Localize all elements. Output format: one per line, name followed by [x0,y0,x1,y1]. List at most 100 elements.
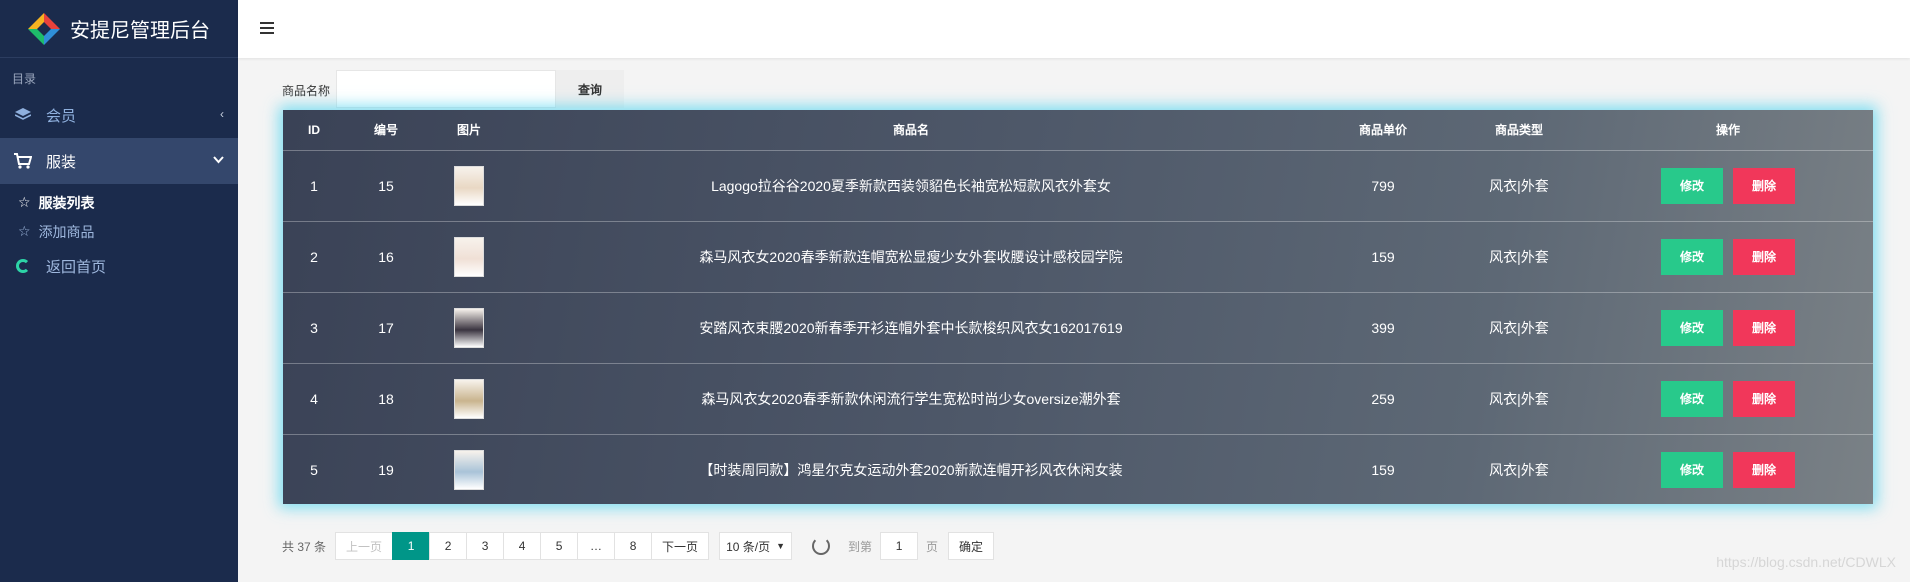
cell-image [427,434,511,505]
edit-button[interactable]: 修改 [1661,451,1723,488]
sidebar-item-home[interactable]: 返回首页 [0,248,238,284]
page-size-value: 10 条/页 [726,539,771,554]
edit-button[interactable]: 修改 [1661,238,1723,275]
pagination: 共 37 条 上一页 1 2 3 4 5 … 8 下一页 10 条/页 ▼ 到第… [282,532,995,560]
cell-type: 风衣|外套 [1455,292,1583,364]
menu-section-label: 目录 [12,72,37,86]
delete-button[interactable]: 删除 [1733,380,1795,417]
cell-name: 森马风衣女2020春季新款休闲流行学生宽松时尚少女oversize潮外套 [511,363,1311,435]
sidebar-item-label: 服装 [46,153,77,171]
search-button[interactable]: 查询 [556,70,624,108]
app-title: 安提尼管理后台 [70,18,210,42]
page-button[interactable]: 1 [392,532,431,560]
delete-button[interactable]: 删除 [1733,167,1795,204]
hamburger-menu-icon[interactable] [260,22,274,34]
goto-unit: 页 [926,539,939,554]
cell-code: 16 [345,221,427,293]
product-thumbnail[interactable] [454,449,484,490]
refresh-ring-icon [16,259,30,273]
table-row: 3 17 安踏风衣束腰2020新春季开衫连帽外套中长款梭织风衣女16201761… [283,292,1873,364]
next-page-button[interactable]: 下一页 [651,532,710,560]
goto-page-input[interactable] [880,532,919,560]
sidebar: 安提尼管理后台 目录 会员 ‹ 服装 ☆ 服装列表 ☆ 添加商品 返回首页 [0,0,238,582]
brand: 安提尼管理后台 [0,0,238,58]
page-button[interactable]: 3 [466,532,505,560]
sidebar-item-clothing[interactable]: 服装 [0,138,238,184]
cell-id: 5 [310,461,318,478]
cell-name: 森马风衣女2020春季新款连帽宽松显瘦少女外套收腰设计感校园学院 [511,221,1311,293]
submenu-clothing: ☆ 服装列表 ☆ 添加商品 [0,184,238,248]
star-filled-icon: ☆ [18,194,31,210]
product-table: ID 编号 图片 商品名 商品单价 商品类型 操作 1 15 Lagogo拉谷谷… [283,110,1873,504]
logo-icon [28,12,60,45]
cell-actions: 修改 删除 [1583,221,1873,293]
page-ellipsis: … [577,532,616,560]
subitem-label: 服装列表 [38,194,95,211]
delete-button[interactable]: 删除 [1733,451,1795,488]
cell-id: 1 [283,150,345,222]
column-header-type: 商品类型 [1455,110,1583,151]
column-header-actions: 操作 [1583,110,1873,151]
table-row: 4 18 森马风衣女2020春季新款休闲流行学生宽松时尚少女oversize潮外… [283,363,1873,435]
chevron-down-icon [213,153,224,167]
sidebar-item-members[interactable]: 会员 ‹ [0,92,238,138]
sidebar-subitem-clothing-list[interactable]: ☆ 服装列表 [0,188,238,217]
sidebar-item-label: 会员 [46,107,77,125]
cell-price: 159 [1311,221,1455,293]
product-thumbnail[interactable] [454,307,484,348]
table-header-row: ID 编号 图片 商品名 商品单价 商品类型 操作 [283,110,1873,151]
column-header-code: 编号 [345,110,427,151]
column-header-name: 商品名 [511,110,1311,151]
page-button[interactable]: 4 [503,532,542,560]
column-header-id: ID [283,110,345,151]
page-button[interactable]: 5 [540,532,579,560]
delete-button[interactable]: 删除 [1733,238,1795,275]
cell-name: Lagogo拉谷谷2020夏季新款西装领貂色长袖宽松短款风衣外套女 [511,150,1311,222]
cell-actions: 修改 删除 [1583,150,1873,222]
cell-code: 18 [345,363,427,435]
prev-page-button[interactable]: 上一页 [335,532,394,560]
product-thumbnail[interactable] [454,165,484,206]
table-row: 2 16 森马风衣女2020春季新款连帽宽松显瘦少女外套收腰设计感校园学院 15… [283,221,1873,293]
cell-id: 2 [283,221,345,293]
total-count: 共 37 条 [282,539,327,554]
caret-down-icon: ▼ [776,541,786,551]
home-label: 返回首页 [46,258,107,276]
cell-id: 3 [283,292,345,364]
product-thumbnail[interactable] [454,236,484,277]
product-thumbnail[interactable] [454,378,484,419]
cell-id: 4 [283,363,345,435]
cell-type: 风衣|外套 [1455,150,1583,222]
cell-actions: 修改 删除 [1583,292,1873,364]
page-button[interactable]: 2 [429,532,468,560]
goto-confirm-button[interactable]: 确定 [948,532,995,560]
product-name-search-input[interactable] [336,70,556,108]
cell-price: 259 [1311,363,1455,435]
layers-icon [14,106,32,124]
cell-actions: 修改 删除 [1583,434,1873,505]
chevron-left-icon: ‹ [220,107,224,121]
table-row: 5 19 【时装周同款】鸿星尔克女运动外套2020新款连帽开衫风衣休闲女装 15… [283,434,1873,505]
search-label: 商品名称 [282,84,331,98]
page-button[interactable]: 8 [614,532,653,560]
cell-name: 【时装周同款】鸿星尔克女运动外套2020新款连帽开衫风衣休闲女装 [699,461,1123,478]
delete-button[interactable]: 删除 [1733,309,1795,346]
page-size-select[interactable]: 10 条/页 ▼ [719,532,793,560]
cell-price: 799 [1311,150,1455,222]
edit-button[interactable]: 修改 [1661,167,1723,204]
cell-code: 19 [378,461,394,478]
cell-type: 风衣|外套 [1455,221,1583,293]
cell-code: 17 [345,292,427,364]
refresh-icon[interactable] [812,537,831,555]
cell-type: 风衣|外套 [1489,461,1549,478]
cell-image [427,292,511,364]
cell-price: 159 [1371,461,1395,478]
watermark: https://blog.csdn.net/CDWLX [1716,554,1896,570]
star-icon: ☆ [18,223,31,239]
edit-button[interactable]: 修改 [1661,380,1723,417]
cell-type: 风衣|外套 [1455,363,1583,435]
edit-button[interactable]: 修改 [1661,309,1723,346]
cart-icon [14,152,32,170]
sidebar-subitem-add-product[interactable]: ☆ 添加商品 [0,217,238,246]
cell-image [427,363,511,435]
